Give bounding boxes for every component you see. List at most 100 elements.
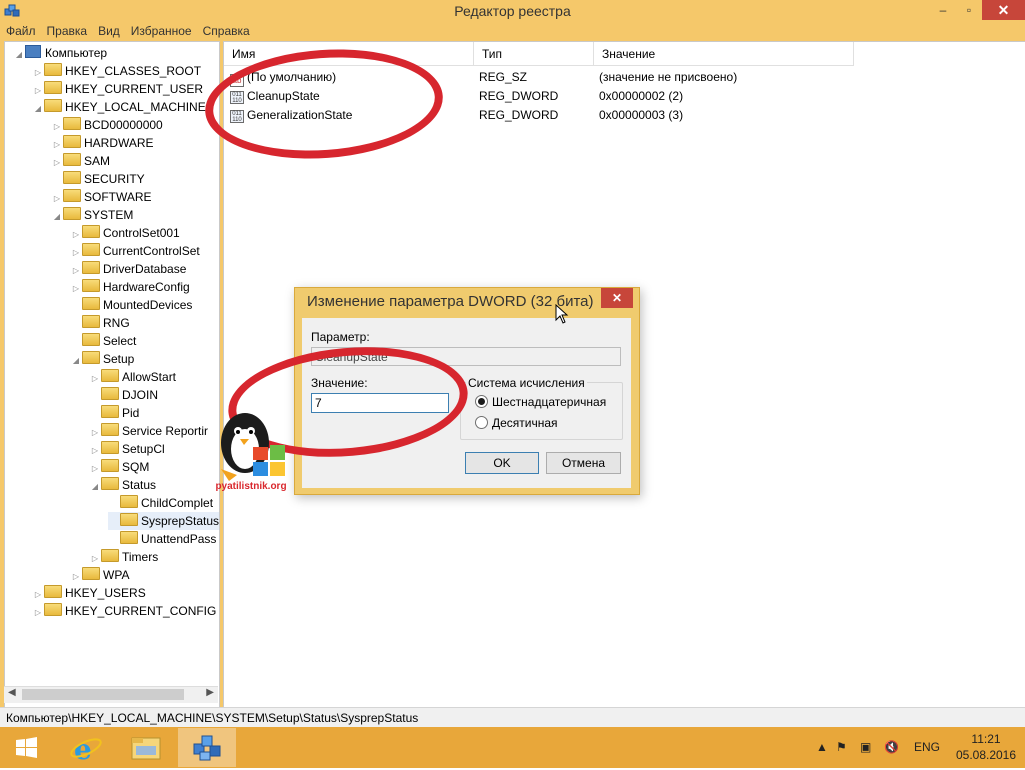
registry-tree[interactable]: ◢ Компьютер ▷ HKEY_CLASSES_ROOT ▷ HKEY_CURREN…	[4, 41, 220, 708]
tree-node-label: HKEY_CLASSES_ROOT	[65, 64, 202, 78]
tree-expander-icon[interactable]: ◢	[51, 208, 63, 226]
taskbar-file-explorer[interactable]	[118, 728, 174, 767]
tree-node-label: BCD00000000	[84, 118, 163, 132]
menu-edit[interactable]: Правка	[41, 22, 93, 38]
system-clock[interactable]: 11:21 05.08.2016	[952, 731, 1020, 763]
dialog-close-button[interactable]: ✕	[601, 288, 633, 308]
radio-decimal[interactable]: Десятичная	[475, 416, 558, 430]
tree-node[interactable]: ▷ HKEY_USERS	[32, 584, 146, 602]
menu-view[interactable]: Вид	[92, 22, 125, 38]
folder-icon	[82, 279, 100, 292]
menu-file[interactable]: Файл	[0, 22, 41, 38]
tree-expander-icon[interactable]: ◢	[13, 46, 25, 64]
tree-expander-icon[interactable]: ◢	[32, 100, 44, 118]
value-data: 0x00000002 (2)	[599, 89, 684, 103]
tree-node[interactable]: Pid	[89, 404, 139, 422]
tree-node[interactable]: Select	[70, 332, 136, 350]
value-data: 0x00000003 (3)	[599, 108, 684, 122]
taskbar-registry-editor[interactable]	[178, 728, 236, 767]
scroll-right-icon[interactable]: ▶	[206, 687, 214, 698]
computer-icon	[25, 45, 41, 58]
value-type: REG_DWORD	[479, 89, 559, 103]
tree-node[interactable]: ◢ SYSTEM	[51, 206, 133, 224]
menu-help[interactable]: Справка	[197, 22, 255, 38]
start-button[interactable]	[0, 728, 54, 767]
tree-node[interactable]: ▷ HKEY_CURRENT_CONFIG	[32, 602, 216, 620]
tree-node[interactable]: ChildComplet	[108, 494, 213, 512]
tree-node[interactable]: UnattendPass	[108, 530, 216, 548]
scroll-left-icon[interactable]: ◀	[8, 687, 16, 698]
tree-node[interactable]: ▷ CurrentControlSet	[70, 242, 200, 260]
column-header-type[interactable]: Тип	[474, 42, 594, 66]
input-language[interactable]: ENG	[914, 727, 940, 768]
tree-node[interactable]: ▷ ControlSet001	[70, 224, 180, 242]
tree-node[interactable]: ▷ SQM	[89, 458, 149, 476]
maximize-button[interactable]: ▫	[956, 0, 982, 20]
value-data: (значение не присвоено)	[599, 70, 738, 84]
tree-node[interactable]: SysprepStatus	[108, 512, 219, 530]
tree-node[interactable]: ▷ WPA	[70, 566, 129, 584]
tree-node-label: SQM	[122, 460, 150, 474]
folder-icon	[44, 99, 62, 112]
scroll-thumb[interactable]	[22, 689, 184, 700]
menu-favorites[interactable]: Избранное	[125, 22, 197, 38]
folder-icon	[44, 603, 62, 616]
value-type: REG_DWORD	[479, 108, 559, 122]
folder-icon	[82, 225, 100, 238]
radio-hexadecimal[interactable]: Шестнадцатеричная	[475, 395, 606, 409]
tree-node[interactable]: ◢ Компьютер	[13, 44, 107, 62]
ok-button[interactable]: OK	[465, 452, 539, 474]
tree-node[interactable]: ▷ DriverDatabase	[70, 260, 186, 278]
tree-node[interactable]: DJOIN	[89, 386, 158, 404]
value-type: REG_SZ	[479, 70, 528, 84]
tree-node[interactable]: ▷ HARDWARE	[51, 134, 154, 152]
cancel-button[interactable]: Отмена	[546, 452, 621, 474]
tree-node-label: ChildComplet	[141, 496, 214, 510]
tree-node-label: Status	[122, 478, 157, 492]
network-icon[interactable]: ▣	[860, 727, 871, 768]
tree-node[interactable]: ▷ HardwareConfig	[70, 278, 190, 296]
tree-node[interactable]: ▷ Timers	[89, 548, 158, 566]
tree-node[interactable]: ▷ AllowStart	[89, 368, 176, 386]
minimize-button[interactable]: –	[930, 0, 956, 20]
tree-node[interactable]: ▷ Service Reportir	[89, 422, 208, 440]
action-center-flag-icon[interactable]: ⚑	[836, 727, 847, 768]
folder-icon	[101, 459, 119, 472]
tree-node-label: SAM	[84, 154, 111, 168]
tree-node[interactable]: ▷ HKEY_CLASSES_ROOT	[32, 62, 201, 80]
tree-node-label: Service Reportir	[122, 424, 209, 438]
tree-horizontal-scrollbar[interactable]: ◀ ▶	[4, 686, 218, 703]
dialog-title: Изменение параметра DWORD (32 бита)	[307, 293, 594, 310]
close-button[interactable]: ✕	[982, 0, 1025, 20]
tree-node[interactable]: RNG	[70, 314, 130, 332]
folder-icon	[82, 333, 100, 346]
tree-node[interactable]: ▷ SOFTWARE	[51, 188, 152, 206]
tree-node[interactable]: ▷ HKEY_CURRENT_USER	[32, 80, 203, 98]
clock-time: 11:21	[971, 732, 1001, 746]
tree-node[interactable]: SECURITY	[51, 170, 145, 188]
tree-node[interactable]: ◢ Status	[89, 476, 156, 494]
tree-node-label: Компьютер	[45, 46, 108, 60]
internet-explorer-icon: e	[70, 733, 102, 766]
tree-node[interactable]: ▷ SAM	[51, 152, 110, 170]
folder-icon	[131, 737, 161, 760]
tree-node[interactable]: ◢ Setup	[70, 350, 134, 368]
tree-node[interactable]: ◢ HKEY_LOCAL_MACHINE	[32, 98, 206, 116]
column-header-value[interactable]: Значение	[594, 42, 854, 66]
taskbar-internet-explorer[interactable]: e	[58, 728, 114, 767]
tree-node-label: HARDWARE	[84, 136, 154, 150]
tree-expander-icon[interactable]: ▷	[32, 604, 44, 622]
tree-expander-icon[interactable]: ◢	[89, 478, 101, 496]
tree-expander-icon[interactable]: ◢	[70, 352, 82, 370]
status-path: Компьютер\HKEY_LOCAL_MACHINE\SYSTEM\Setu…	[6, 711, 419, 725]
param-label: Параметр:	[311, 330, 370, 344]
volume-muted-icon[interactable]: 🔇	[884, 727, 899, 768]
tree-node[interactable]: ▷ SetupCl	[89, 440, 165, 458]
tree-node[interactable]: ▷ BCD00000000	[51, 116, 163, 134]
folder-icon	[120, 531, 138, 544]
folder-icon	[101, 405, 119, 418]
clock-date: 05.08.2016	[955, 748, 1017, 762]
tree-node-label: Select	[103, 334, 137, 348]
tree-node[interactable]: MountedDevices	[70, 296, 192, 314]
tray-expand-icon[interactable]: ▲	[816, 727, 828, 768]
